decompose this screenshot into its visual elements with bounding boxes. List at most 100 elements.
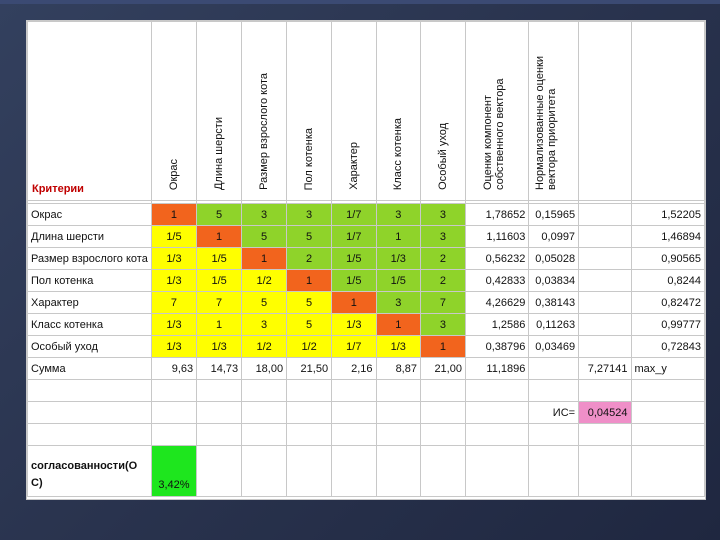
empty-cell[interactable] [464, 445, 530, 497]
eigen-sum-cell[interactable]: 11,1896 [464, 357, 530, 380]
empty-cell[interactable] [578, 21, 632, 201]
table-cell[interactable]: 1/3 [150, 269, 198, 292]
empty-cell[interactable] [578, 203, 632, 226]
result-cell[interactable]: 0,99777 [630, 313, 705, 336]
table-cell[interactable]: 5 [241, 225, 288, 248]
table-cell[interactable]: 7 [196, 291, 243, 314]
empty-cell[interactable] [578, 225, 632, 248]
table-cell[interactable]: 1/3 [331, 313, 377, 336]
empty-cell[interactable] [286, 423, 333, 446]
empty-cell[interactable] [375, 423, 421, 446]
result-cell[interactable]: 0,8244 [630, 269, 705, 292]
row-label[interactable]: Пол котенка [27, 269, 152, 292]
empty-cell[interactable] [630, 445, 705, 497]
norm-cell[interactable]: 0,15965 [528, 203, 580, 226]
eigen-cell[interactable]: 4,26629 [464, 291, 530, 314]
table-cell[interactable]: 3 [241, 313, 288, 336]
table-cell[interactable]: 1 [196, 225, 243, 248]
empty-cell[interactable] [150, 423, 198, 446]
result-cell[interactable]: 0,72843 [630, 335, 705, 358]
consistency-label[interactable]: согласованности(О С) [27, 445, 152, 497]
table-cell[interactable]: 1/5 [196, 269, 243, 292]
row-label[interactable]: Длина шерсти [27, 225, 152, 248]
empty-cell[interactable] [196, 379, 243, 402]
table-cell[interactable]: 5 [241, 291, 288, 314]
table-cell[interactable]: 5 [286, 225, 333, 248]
result-cell[interactable]: 1,46894 [630, 225, 705, 248]
table-cell[interactable]: 1/2 [241, 269, 288, 292]
sum-cell[interactable]: 18,00 [241, 357, 288, 380]
empty-cell[interactable] [331, 401, 377, 424]
table-cell[interactable]: 1/3 [150, 247, 198, 270]
eigen-cell[interactable]: 0,56232 [464, 247, 530, 270]
table-cell[interactable]: 1 [286, 269, 333, 292]
table-cell[interactable]: 3 [419, 203, 466, 226]
empty-cell[interactable] [419, 423, 466, 446]
table-cell[interactable]: 1 [241, 247, 288, 270]
table-cell[interactable]: 1/3 [375, 247, 421, 270]
empty-cell[interactable] [331, 423, 377, 446]
empty-cell[interactable] [630, 21, 705, 201]
eigen-cell[interactable]: 1,11603 [464, 225, 530, 248]
table-cell[interactable]: 1 [150, 203, 198, 226]
eigen-cell[interactable]: 1,2586 [464, 313, 530, 336]
result-cell[interactable]: 0,82472 [630, 291, 705, 314]
empty-cell[interactable] [27, 379, 152, 402]
table-cell[interactable]: 3 [419, 225, 466, 248]
empty-cell[interactable] [419, 401, 466, 424]
empty-cell[interactable] [375, 379, 421, 402]
table-cell[interactable]: 1 [419, 335, 466, 358]
empty-cell[interactable] [578, 269, 632, 292]
empty-cell[interactable] [286, 379, 333, 402]
table-cell[interactable]: 1/5 [375, 269, 421, 292]
table-cell[interactable]: 1/7 [331, 335, 377, 358]
empty-cell[interactable] [578, 379, 632, 402]
row-label[interactable]: Размер взрослого кота [27, 247, 152, 270]
empty-cell[interactable] [578, 445, 632, 497]
table-cell[interactable]: 1/2 [286, 335, 333, 358]
table-cell[interactable]: 5 [286, 291, 333, 314]
table-cell[interactable]: 1/5 [331, 269, 377, 292]
empty-cell[interactable] [578, 247, 632, 270]
sum-cell[interactable]: 14,73 [196, 357, 243, 380]
table-cell[interactable]: 3 [286, 203, 333, 226]
table-cell[interactable]: 1/3 [150, 313, 198, 336]
empty-cell[interactable] [630, 423, 705, 446]
sum-cell[interactable]: 21,00 [419, 357, 466, 380]
empty-cell[interactable] [528, 379, 580, 402]
sum-cell[interactable]: 8,87 [375, 357, 421, 380]
norm-cell[interactable]: 0,03834 [528, 269, 580, 292]
empty-cell[interactable] [464, 379, 530, 402]
empty-cell[interactable] [331, 379, 377, 402]
table-cell[interactable]: 7 [150, 291, 198, 314]
norm-cell[interactable]: 0,38143 [528, 291, 580, 314]
row-label[interactable]: Особый уход [27, 335, 152, 358]
eigen-cell[interactable]: 0,38796 [464, 335, 530, 358]
empty-cell[interactable] [528, 445, 580, 497]
empty-cell[interactable] [578, 423, 632, 446]
table-cell[interactable]: 1/5 [331, 247, 377, 270]
norm-cell[interactable]: 0,05028 [528, 247, 580, 270]
table-cell[interactable]: 5 [286, 313, 333, 336]
table-cell[interactable]: 1/5 [196, 247, 243, 270]
eigen-cell[interactable]: 1,78652 [464, 203, 530, 226]
empty-cell[interactable] [578, 313, 632, 336]
empty-cell[interactable] [464, 401, 530, 424]
norm-cell[interactable]: 0,0997 [528, 225, 580, 248]
sum-cell[interactable]: 2,16 [331, 357, 377, 380]
row-label[interactable]: Окрас [27, 203, 152, 226]
sum-cell[interactable]: 9,63 [150, 357, 198, 380]
table-cell[interactable]: 3 [375, 291, 421, 314]
table-cell[interactable]: 1 [375, 225, 421, 248]
table-cell[interactable]: 1/7 [331, 203, 377, 226]
empty-cell[interactable] [464, 423, 530, 446]
norm-cell[interactable]: 0,11263 [528, 313, 580, 336]
empty-cell[interactable] [241, 401, 288, 424]
empty-cell[interactable] [630, 401, 705, 424]
table-cell[interactable]: 1/5 [150, 225, 198, 248]
empty-cell[interactable] [419, 445, 466, 497]
empty-cell[interactable] [150, 401, 198, 424]
consistency-value-cell[interactable]: 3,42% [150, 445, 198, 497]
empty-cell[interactable] [241, 423, 288, 446]
empty-cell[interactable] [286, 445, 333, 497]
